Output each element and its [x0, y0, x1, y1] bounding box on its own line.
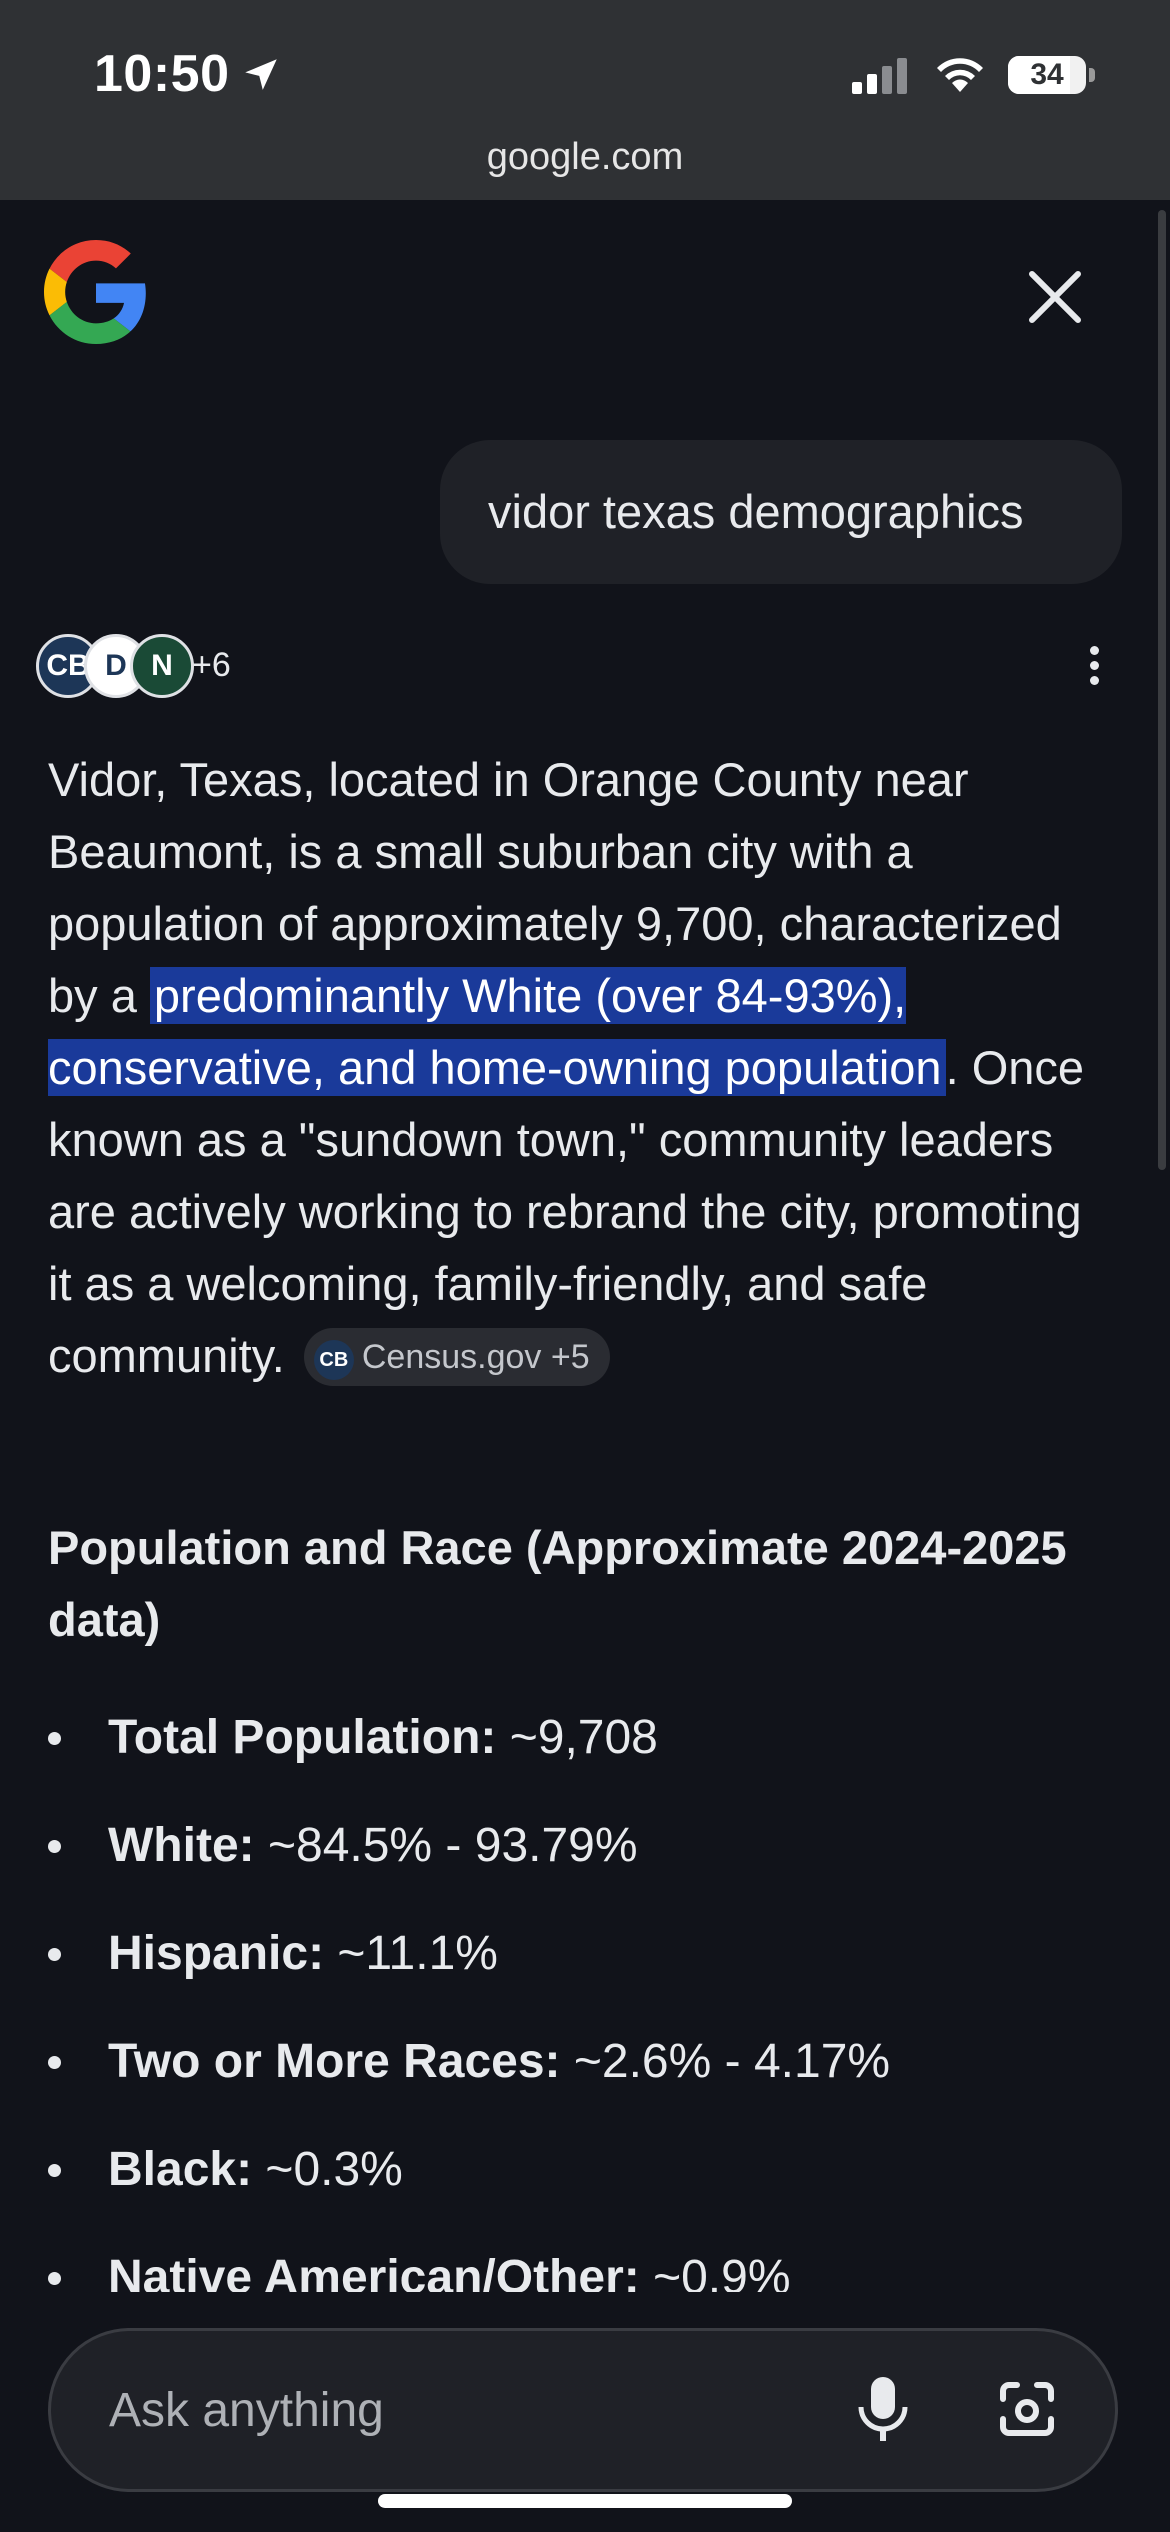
home-indicator[interactable]: [378, 2494, 792, 2508]
wifi-icon: [937, 58, 983, 92]
list-item-label: Black:: [108, 2143, 253, 2196]
more-options-icon[interactable]: [1086, 646, 1102, 690]
ask-placeholder: Ask anything: [109, 2384, 384, 2437]
list-item-label: Hispanic:: [108, 1927, 325, 1980]
list-item-value: ~0.3%: [252, 2143, 403, 2196]
battery-indicator: 34: [1008, 56, 1086, 94]
url-bar[interactable]: google.com: [0, 136, 1170, 179]
list-item-value: ~84.5% - 93.79%: [254, 1819, 638, 1872]
section-heading: Population and Race (Approximate 2024-20…: [48, 1521, 1067, 1646]
sources-more-count[interactable]: +6: [192, 646, 231, 685]
list-item-label: Two or More Races:: [108, 2035, 561, 2088]
ai-answer-text: Vidor, Texas, located in Orange County n…: [48, 744, 1108, 1392]
status-time: 10:50: [94, 45, 230, 103]
list-item: Two or More Races: ~2.6% - 4.17%: [48, 2032, 1108, 2140]
citation-label: Census.gov +5: [361, 1338, 590, 1376]
list-item: White: ~84.5% - 93.79%: [48, 1816, 1108, 1924]
answer-highlight[interactable]: predominantly White (over 84-93%), conse…: [48, 967, 946, 1096]
microphone-icon[interactable]: [857, 2377, 909, 2443]
census-icon: CB: [313, 1340, 354, 1380]
source-n-icon[interactable]: N: [130, 634, 194, 698]
list-item-value: ~9,708: [496, 1711, 658, 1764]
ask-input[interactable]: Ask anything: [48, 2328, 1118, 2492]
browser-top-bar: 10:50 34 google.com: [0, 0, 1170, 200]
list-item: Hispanic: ~11.1%: [48, 1924, 1108, 2032]
list-item-value: ~11.1%: [324, 1927, 498, 1980]
scroll-indicator[interactable]: [1158, 210, 1166, 1170]
citation-chip[interactable]: CB Census.gov +5: [303, 1328, 610, 1386]
list-item-value: ~2.6% - 4.17%: [560, 2035, 891, 2088]
google-logo-icon: [44, 240, 146, 344]
close-icon[interactable]: [1022, 264, 1088, 330]
list-item: Black: ~0.3%: [48, 2140, 1108, 2248]
google-lens-camera-icon[interactable]: [997, 2381, 1057, 2439]
demographics-list: Total Population: ~9,708 White: ~84.5% -…: [48, 1708, 1108, 2356]
list-item: Total Population: ~9,708: [48, 1708, 1108, 1816]
user-query-bubble: vidor texas demographics: [440, 440, 1122, 584]
cellular-signal-icon: [852, 58, 907, 94]
location-arrow-icon: [245, 59, 277, 90]
list-item-label: Total Population:: [108, 1711, 497, 1764]
list-item-label: White:: [108, 1819, 255, 1872]
battery-tip: [1089, 68, 1095, 82]
